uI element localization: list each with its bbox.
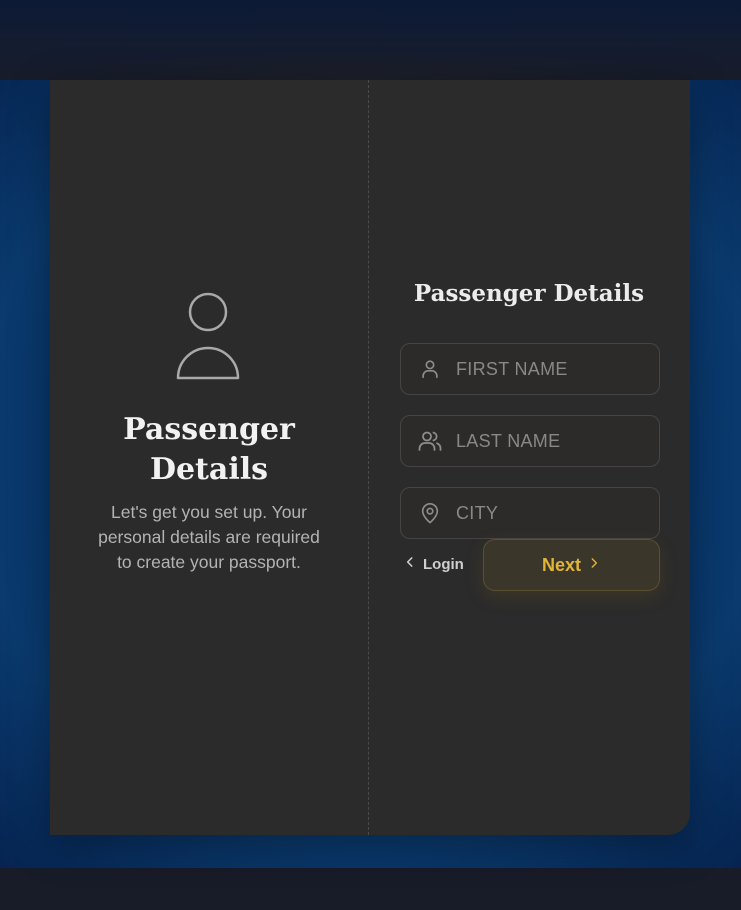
- user-icon: [418, 357, 442, 381]
- passenger-card: Passenger Details Let's get you set up. …: [50, 80, 690, 835]
- intro-title-line1: Passenger: [123, 412, 295, 447]
- last-name-field[interactable]: [400, 415, 688, 467]
- top-band: [0, 0, 741, 80]
- form-title: Passenger Details: [413, 280, 645, 307]
- form-panel: Passenger Details FIRST NAME LAST NAME C…: [370, 80, 690, 835]
- intro-panel: Passenger Details Let's get you set up. …: [50, 80, 368, 835]
- city-field[interactable]: [400, 487, 688, 539]
- first-name-field[interactable]: [400, 343, 688, 395]
- login-label: Login: [423, 555, 464, 573]
- map-pin-icon: [418, 501, 442, 525]
- dashed-divider: [368, 80, 369, 835]
- city-input[interactable]: [456, 488, 688, 538]
- intro-title-line2: Details: [149, 452, 269, 487]
- chevron-right-icon: [587, 555, 601, 576]
- intro-description: Let's get you set up. Your personal deta…: [98, 502, 320, 572]
- next-button[interactable]: Next: [483, 539, 660, 591]
- last-name-input[interactable]: [456, 416, 688, 466]
- chevron-left-icon: [403, 555, 417, 573]
- login-link[interactable]: Login: [403, 552, 464, 576]
- person-icon: [176, 292, 240, 380]
- bottom-band: [0, 868, 741, 910]
- next-label: Next: [541, 554, 581, 575]
- intro-title: Passenger Details: [80, 410, 338, 490]
- users-icon: [418, 429, 442, 453]
- first-name-input[interactable]: [456, 344, 688, 394]
